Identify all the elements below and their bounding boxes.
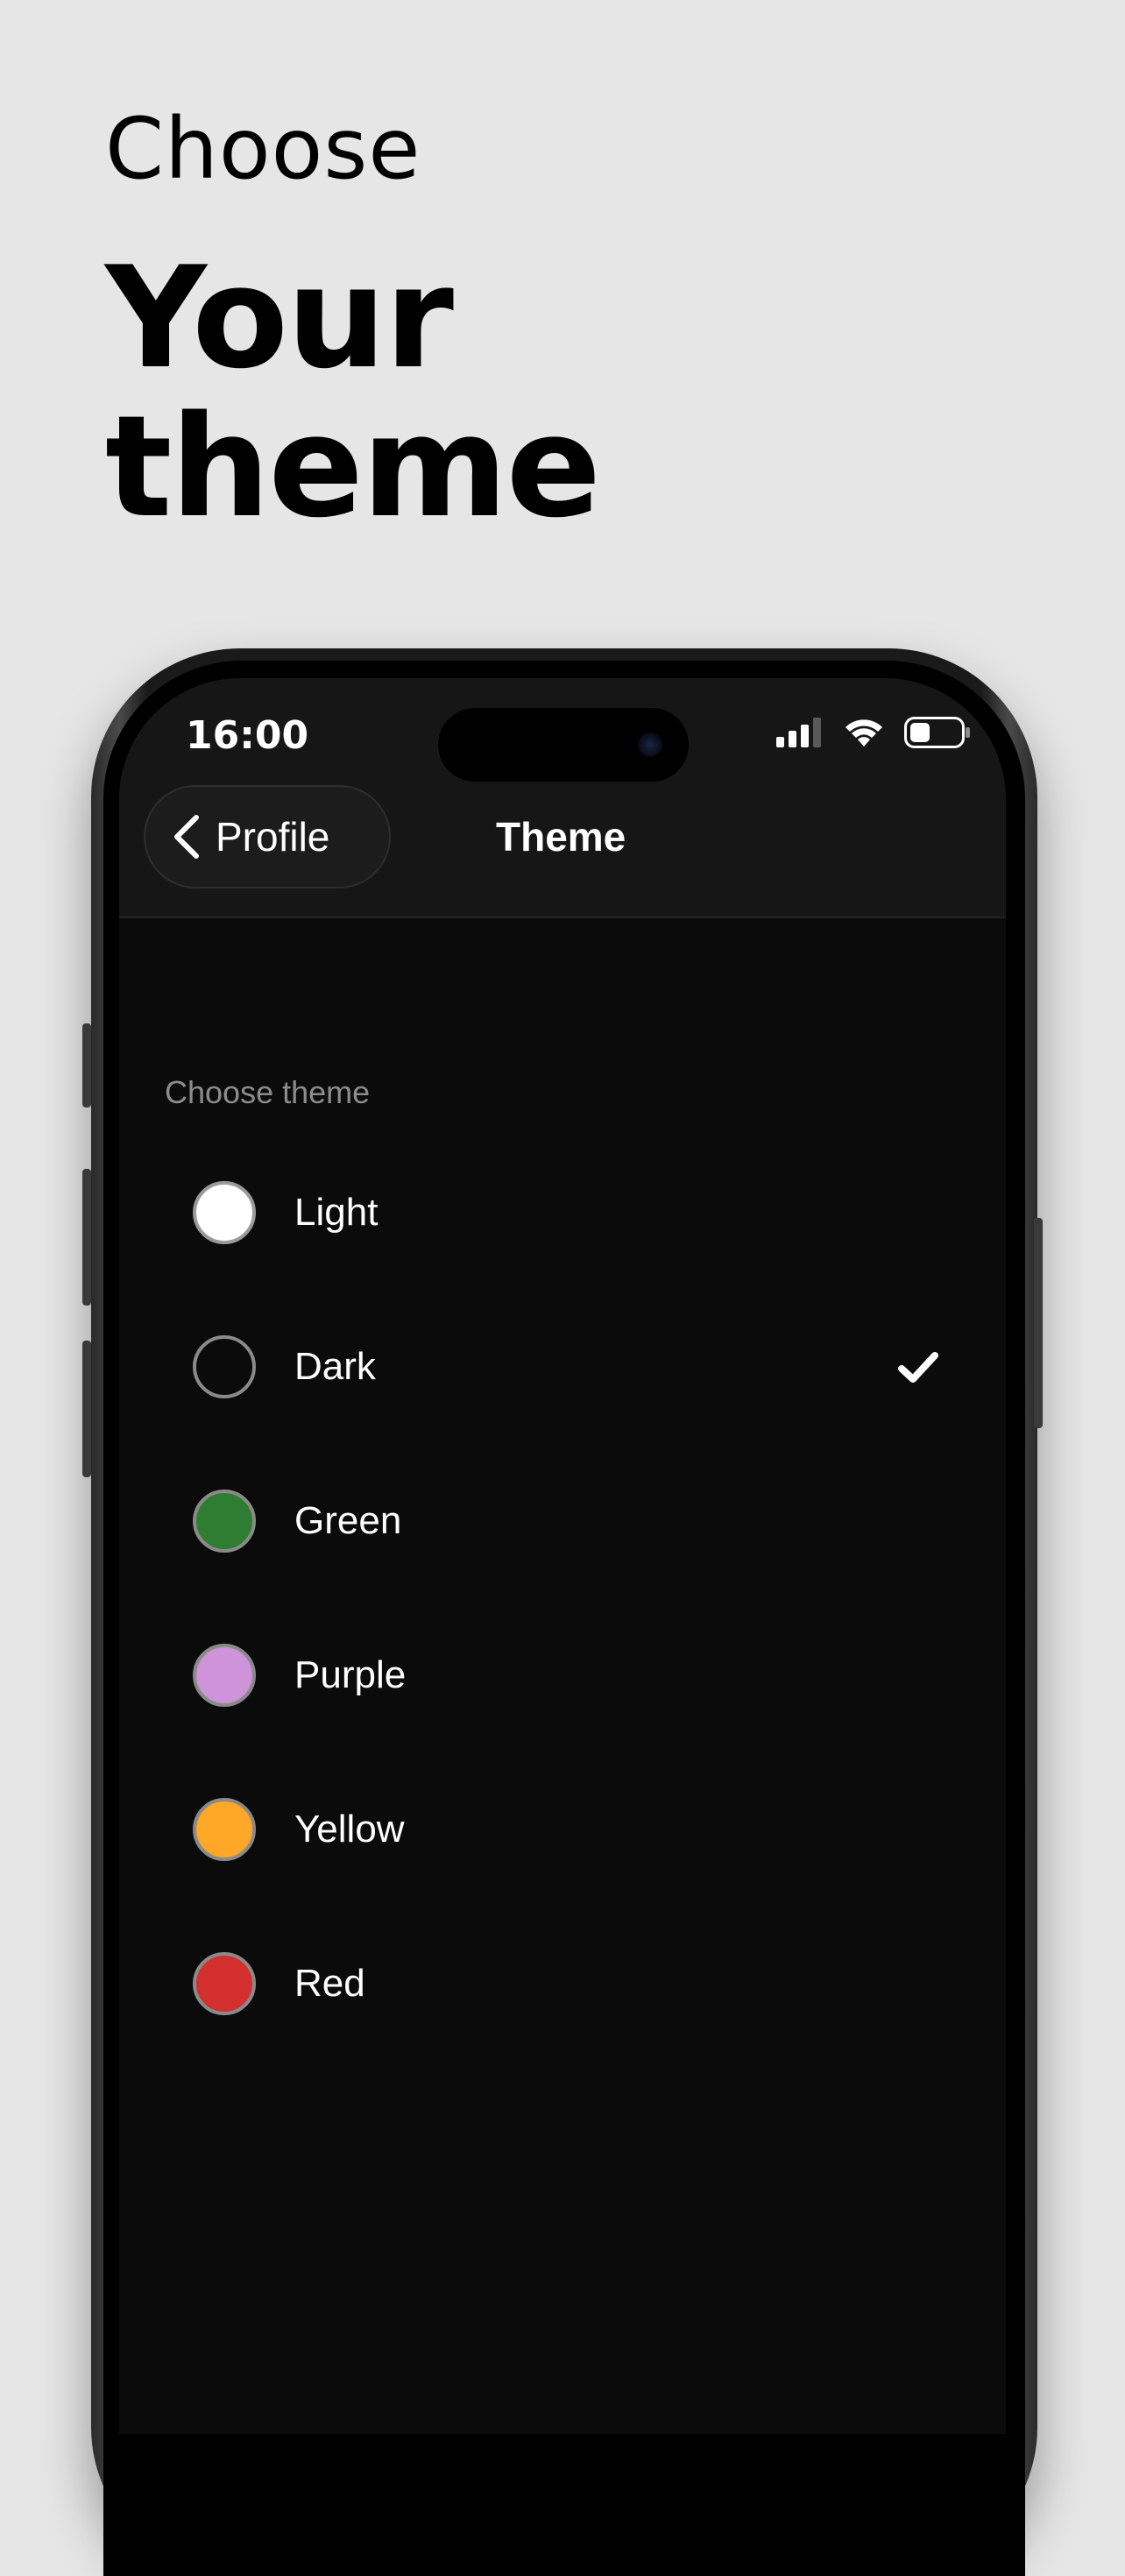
power-button [1034, 1218, 1043, 1428]
theme-label: Dark [294, 1345, 376, 1388]
volume-down-button [82, 1341, 91, 1477]
camera-icon [638, 732, 662, 757]
dynamic-island [438, 708, 689, 782]
status-icons [776, 717, 971, 748]
promo-pre-title: Choose [105, 100, 421, 198]
battery-icon [904, 717, 970, 748]
theme-label: Yellow [294, 1808, 405, 1851]
theme-option-yellow[interactable]: Yellow [119, 1752, 1006, 1907]
status-time: 16:00 [186, 713, 309, 758]
nav-header: 16:00 Profile Theme [119, 678, 1006, 918]
red-swatch-icon [193, 1952, 256, 2015]
chevron-left-icon [174, 815, 199, 859]
checkmark-icon [898, 1352, 938, 1383]
section-label: Choose theme [165, 1074, 371, 1110]
yellow-swatch-icon [193, 1798, 256, 1861]
theme-option-purple[interactable]: Purple [119, 1598, 1006, 1752]
promo-headline: Choose Your theme [105, 96, 894, 541]
theme-option-red[interactable]: Red [119, 1907, 1006, 2061]
theme-list: Light Dark Green Purple Yellow Red [119, 1136, 1006, 2061]
theme-label: Red [294, 1962, 365, 2005]
cellular-signal-icon [776, 718, 821, 747]
page-title: Theme [496, 814, 626, 860]
volume-up-button [82, 1169, 91, 1306]
theme-option-dark[interactable]: Dark [119, 1290, 1006, 1444]
green-swatch-icon [193, 1490, 256, 1553]
theme-label: Light [294, 1191, 379, 1234]
wifi-icon [846, 719, 882, 747]
dark-swatch-icon [193, 1335, 256, 1398]
theme-label: Green [294, 1499, 402, 1542]
theme-option-light[interactable]: Light [119, 1136, 1006, 1290]
app-screen: 16:00 Profile Theme Choose theme Light D… [119, 678, 1006, 2434]
back-button-label: Profile [216, 814, 330, 860]
action-button [82, 1023, 91, 1108]
theme-label: Purple [294, 1653, 407, 1696]
light-swatch-icon [193, 1181, 256, 1244]
back-button[interactable]: Profile [144, 785, 391, 888]
purple-swatch-icon [193, 1644, 256, 1707]
promo-title: Your theme [105, 236, 601, 548]
theme-option-green[interactable]: Green [119, 1444, 1006, 1598]
